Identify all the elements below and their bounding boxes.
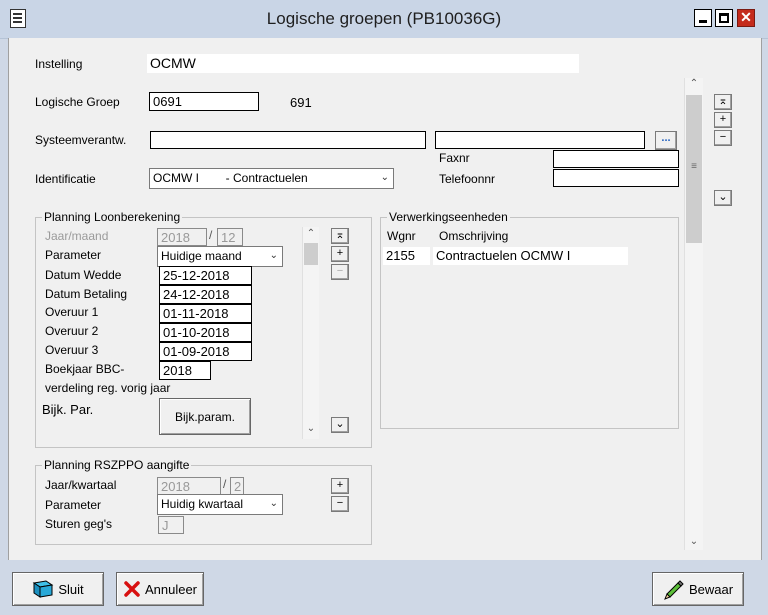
sluit-label: Sluit xyxy=(58,581,84,597)
planning-scrollbar[interactable]: ⌃ ⌄ xyxy=(302,227,319,439)
bijk-param-button[interactable]: Bijk.param. xyxy=(159,398,251,435)
button-bar: Sluit Annuleer Bewaar xyxy=(0,560,768,615)
datum-betaling-label: Datum Betaling xyxy=(45,287,128,301)
systeemverantw-name-field[interactable] xyxy=(435,131,645,149)
datum-betaling-field[interactable]: 24-12-2018 xyxy=(159,285,252,304)
verdeling-label: verdeling reg. vorig jaar xyxy=(45,381,171,395)
overuur-3-label: Overuur 3 xyxy=(45,343,99,357)
sluit-button[interactable]: Sluit xyxy=(12,572,104,606)
annuleer-button[interactable]: Annuleer xyxy=(116,572,204,606)
close-button[interactable]: ✕ xyxy=(737,9,755,27)
planning-rszppo-title: Planning RSZPPO aangifte xyxy=(42,458,192,472)
parameter-select[interactable]: Huidige maand ⌄ xyxy=(157,246,283,267)
minimize-button[interactable] xyxy=(694,9,712,27)
bijk-par-label: Bijk. Par. xyxy=(42,402,94,417)
overuur-1-label: Overuur 1 xyxy=(45,305,99,319)
chevron-down-icon: ⌄ xyxy=(380,172,389,183)
rszppo-parameter-label: Parameter xyxy=(45,498,102,512)
parameter-label: Parameter xyxy=(45,248,102,262)
scroll-down-icon[interactable]: ⌄ xyxy=(303,423,319,434)
boekjaar-label: Boekjaar BBC- xyxy=(45,362,125,376)
jaar-kwartaal-label: Jaar/kwartaal xyxy=(45,478,117,492)
overuur-2-label: Overuur 2 xyxy=(45,324,99,338)
telefoonnr-field[interactable] xyxy=(553,169,679,187)
sturen-label: Sturen geg's xyxy=(45,517,113,531)
wgnr-cell[interactable]: 2155 xyxy=(383,247,430,265)
first-record-button[interactable]: ⌅ xyxy=(714,94,732,110)
overuur-3-field[interactable]: 01-09-2018 xyxy=(159,342,252,361)
scroll-thumb[interactable]: ≡ xyxy=(686,95,702,243)
systeemverantw-field[interactable] xyxy=(150,131,426,149)
verwerkingseenheden-title: Verwerkingseenheden xyxy=(387,210,510,224)
overuur-2-field[interactable]: 01-10-2018 xyxy=(159,323,252,342)
logische-groep-field[interactable]: 0691 xyxy=(149,92,259,111)
logische-groep-code: 691 xyxy=(290,95,312,110)
rszppo-jaar-field: 2018 xyxy=(157,477,221,495)
chevron-down-icon: ⌄ xyxy=(269,498,278,509)
systeemverantw-lookup-button[interactable]: ... xyxy=(655,131,677,150)
boekjaar-field[interactable]: 2018 xyxy=(159,361,211,380)
rszppo-add-button[interactable]: + xyxy=(331,478,349,494)
systeemverantw-label: Systeemverantw. xyxy=(35,133,127,147)
annuleer-label: Annuleer xyxy=(144,581,198,597)
planning-last-button[interactable]: ⌄ xyxy=(331,417,349,433)
faxnr-label: Faxnr xyxy=(439,151,470,165)
planning-loonberekening-title: Planning Loonberekening xyxy=(42,210,183,224)
kwartaal-field: 2 xyxy=(230,477,244,495)
instelling-field[interactable]: OCMW xyxy=(147,54,579,73)
jaar-field: 2018 xyxy=(157,228,207,246)
chevron-down-icon: ⌄ xyxy=(269,250,278,261)
datum-wedde-field[interactable]: 25-12-2018 xyxy=(159,266,252,285)
maand-field: 12 xyxy=(217,228,243,246)
telefoonnr-label: Telefoonnr xyxy=(439,172,496,186)
jaar-kwartaal-separator: / xyxy=(223,477,227,491)
col-omschrijving: Omschrijving xyxy=(439,229,509,243)
parameter-value: Huidige maand xyxy=(161,249,242,263)
col-wgnr: Wgnr xyxy=(387,229,416,243)
window-title: Logische groepen (PB10036G) xyxy=(266,9,502,28)
datum-wedde-label: Datum Wedde xyxy=(45,268,122,282)
rszppo-parameter-value: Huidig kwartaal xyxy=(161,497,244,511)
form-scrollbar[interactable]: ⌃ ≡ ⌄ xyxy=(684,78,703,550)
omschrijving-cell[interactable]: Contractuelen OCMW I xyxy=(433,247,628,265)
delete-record-button[interactable]: − xyxy=(714,130,732,146)
door-icon xyxy=(33,580,54,598)
rszppo-remove-button[interactable]: − xyxy=(331,496,349,512)
instelling-label: Instelling xyxy=(35,57,83,71)
logische-groep-label: Logische Groep xyxy=(35,95,120,109)
overuur-1-field[interactable]: 01-11-2018 xyxy=(159,304,252,323)
jaar-maand-label: Jaar/maand xyxy=(45,229,109,243)
rszppo-parameter-select[interactable]: Huidig kwartaal ⌄ xyxy=(157,494,283,515)
identificatie-label: Identificatie xyxy=(35,172,96,186)
scroll-up-icon[interactable]: ⌃ xyxy=(685,78,703,89)
planning-add-button[interactable]: + xyxy=(331,246,349,262)
title-bar: Logische groepen (PB10036G) ✕ xyxy=(0,0,768,39)
bewaar-button[interactable]: Bewaar xyxy=(652,572,744,606)
bewaar-label: Bewaar xyxy=(688,581,734,597)
identificatie-value: OCMW I - Contractuelen xyxy=(153,171,308,185)
add-record-button[interactable]: + xyxy=(714,112,732,128)
identificatie-select[interactable]: OCMW I - Contractuelen ⌄ xyxy=(149,168,394,189)
grip-icon: ≡ xyxy=(691,161,697,172)
scroll-down-icon[interactable]: ⌄ xyxy=(685,536,703,547)
form-body: Instelling OCMW Logische Groep 0691 691 … xyxy=(8,38,762,561)
planning-scroll-thumb[interactable] xyxy=(304,243,318,265)
jaar-maand-separator: / xyxy=(209,228,213,242)
maximize-button[interactable] xyxy=(715,9,733,27)
faxnr-field[interactable] xyxy=(553,150,679,168)
planning-first-button[interactable]: ⌅ xyxy=(331,228,349,244)
last-record-button[interactable]: ⌄ xyxy=(714,190,732,206)
red-x-icon xyxy=(124,581,140,597)
planning-remove-button[interactable]: − xyxy=(331,264,349,280)
scroll-up-icon[interactable]: ⌃ xyxy=(303,228,319,239)
pencil-icon xyxy=(664,580,684,600)
sturen-field: J xyxy=(158,516,184,534)
